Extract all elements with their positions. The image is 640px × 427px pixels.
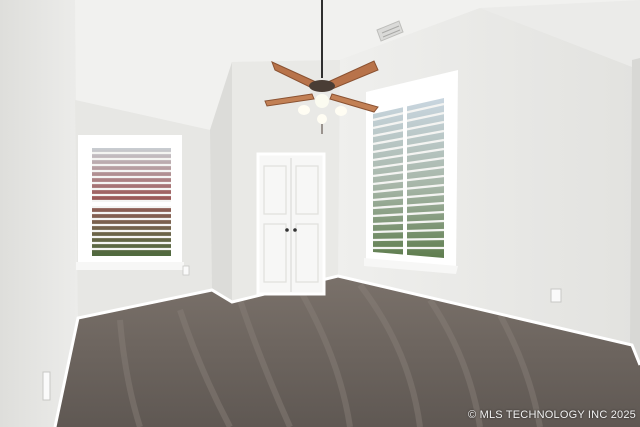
- door-knob-icon: [285, 228, 289, 232]
- right-window: [364, 70, 458, 274]
- left-wall: [0, 0, 78, 427]
- outlet-icon: [42, 371, 51, 401]
- bedroom-photo: © MLS TECHNOLOGY INC 2025: [0, 0, 640, 427]
- room-illustration: [0, 0, 640, 427]
- left-window: [76, 135, 184, 270]
- outlet-icon: [550, 288, 562, 303]
- light-switch-icon: [182, 265, 190, 276]
- closet-door: [256, 152, 326, 296]
- photo-watermark: © MLS TECHNOLOGY INC 2025: [468, 409, 636, 421]
